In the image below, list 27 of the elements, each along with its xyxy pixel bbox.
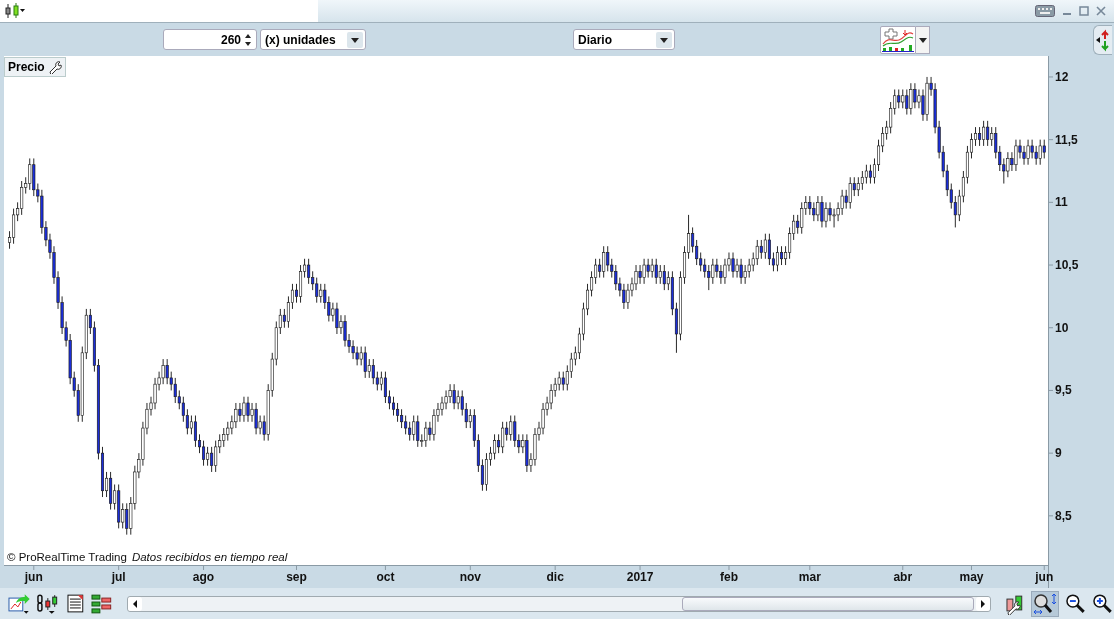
data-status-text: Datos recibidos en tiempo real	[131, 551, 288, 563]
x-axis-label: mar	[798, 570, 821, 584]
series-label-tab[interactable]: Precio	[4, 57, 66, 77]
y-axis-label: 9,5	[1055, 383, 1072, 398]
y-axis-label: 8,5	[1055, 508, 1072, 523]
x-axis-label: may	[959, 570, 984, 584]
timeframe-dropdown[interactable]: Diario	[573, 29, 675, 50]
x-axis-label: jun	[1035, 570, 1054, 584]
x-axis-label: feb	[720, 570, 738, 584]
period-count-field[interactable]: 260	[163, 29, 257, 50]
y-axis-label: 10,5	[1055, 258, 1079, 273]
y-axis-label: 9	[1055, 446, 1062, 461]
x-axis-label: 2017	[626, 570, 654, 584]
x-axis-label: abr	[893, 570, 913, 584]
y-axis-label: 10	[1055, 320, 1069, 335]
y-axis-label: 11	[1055, 195, 1068, 210]
x-axis-label: ago	[192, 570, 215, 584]
x-axis-label: sep	[286, 570, 307, 584]
y-axis-label: 12	[1055, 69, 1069, 84]
x-axis-label: jul	[111, 570, 126, 584]
unit-dropdown[interactable]: (x) unidades	[260, 29, 366, 50]
y-axis-label: 11,5	[1055, 132, 1078, 147]
x-axis-label: dic	[546, 570, 564, 584]
x-axis-label: nov	[459, 570, 481, 584]
x-axis-label: oct	[376, 570, 395, 584]
x-axis-label: jun	[24, 570, 43, 584]
copyright-text: © ProRealTime Trading	[7, 551, 127, 563]
